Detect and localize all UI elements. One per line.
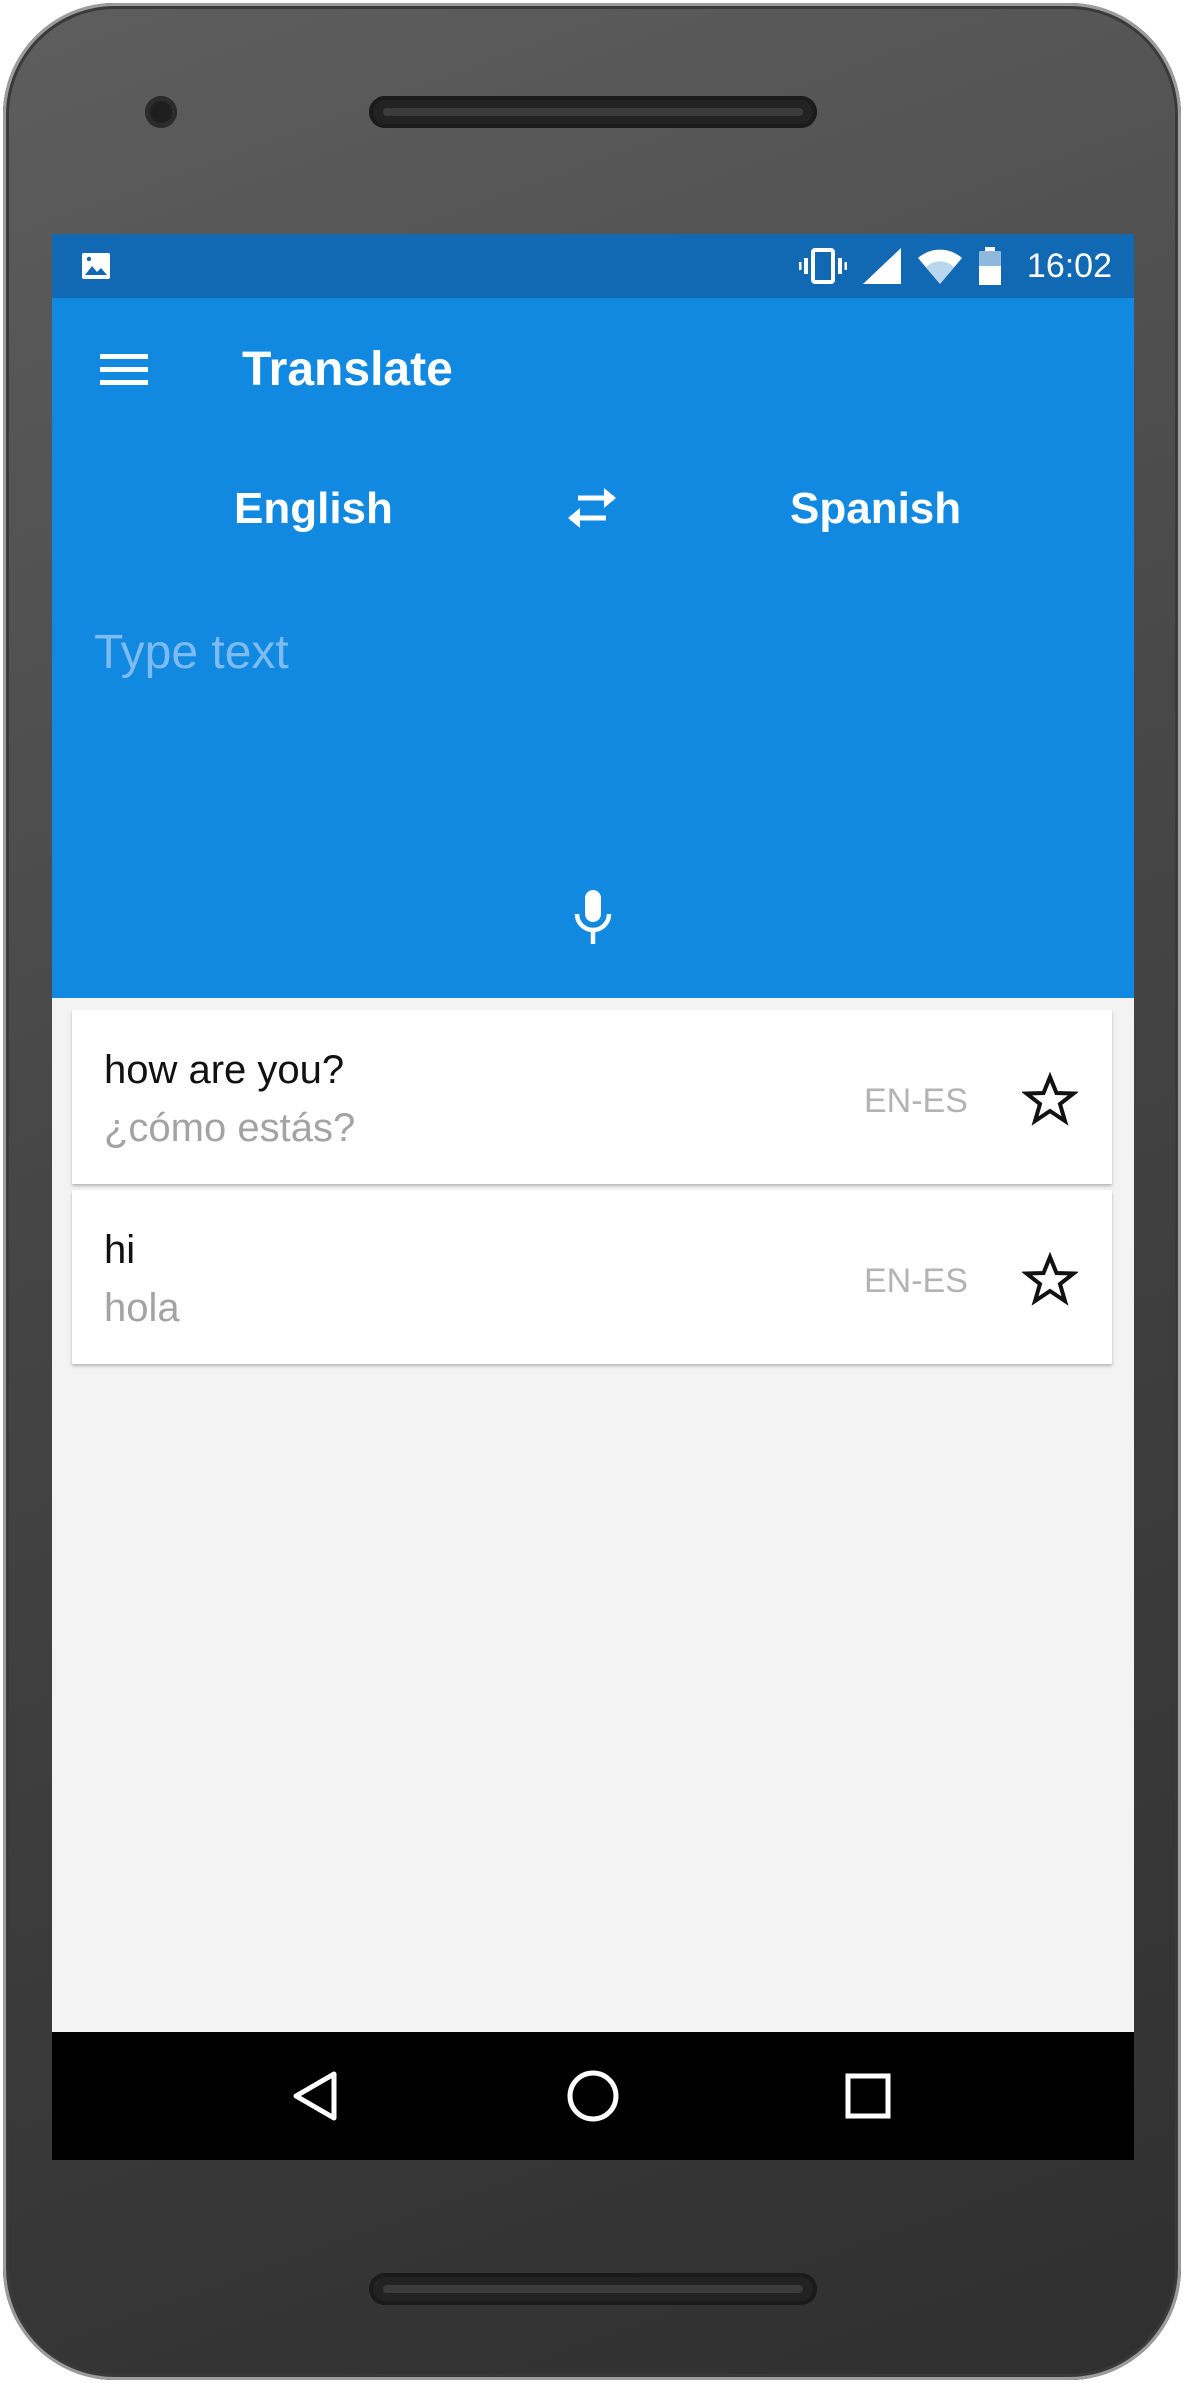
target-language-button[interactable]: Spanish	[790, 484, 961, 534]
image-icon	[82, 253, 110, 279]
home-icon[interactable]	[561, 2064, 625, 2128]
microphone-icon[interactable]	[567, 886, 619, 950]
wifi-icon	[917, 249, 962, 284]
bottom-speaker	[369, 2273, 817, 2305]
translate-input[interactable]	[94, 612, 1074, 692]
screen: 16:02 Translate English Spanish how are …	[52, 234, 1134, 2160]
top-speaker	[369, 96, 817, 128]
battery-icon	[978, 247, 1001, 285]
status-icons: 16:02	[798, 234, 1112, 298]
history-item[interactable]: how are you? ¿cómo estás? EN-ES	[72, 1010, 1112, 1184]
history-item[interactable]: hi hola EN-ES	[72, 1190, 1112, 1364]
status-time: 16:02	[1026, 246, 1112, 285]
source-text: hi	[104, 1228, 136, 1272]
navigation-bar	[52, 2032, 1134, 2160]
vibrate-icon	[798, 248, 847, 284]
source-text: how are you?	[104, 1048, 345, 1092]
status-bar: 16:02	[52, 234, 1134, 298]
cellular-signal-icon	[862, 248, 901, 284]
front-camera	[145, 96, 177, 128]
language-pair-label: EN-ES	[864, 1262, 968, 1300]
page-title: Translate	[242, 343, 453, 396]
swap-arrows-icon[interactable]	[564, 484, 620, 532]
translated-text: ¿cómo estás?	[104, 1106, 356, 1150]
source-language-button[interactable]: English	[234, 484, 393, 534]
star-outline-icon[interactable]	[1022, 1252, 1078, 1308]
language-pair-label: EN-ES	[864, 1082, 968, 1120]
back-icon[interactable]	[286, 2064, 350, 2128]
translated-text: hola	[104, 1286, 180, 1330]
star-outline-icon[interactable]	[1022, 1072, 1078, 1128]
hamburger-menu-icon[interactable]	[98, 350, 150, 390]
translate-panel: Translate English Spanish	[52, 298, 1134, 998]
recent-apps-icon[interactable]	[836, 2064, 900, 2128]
